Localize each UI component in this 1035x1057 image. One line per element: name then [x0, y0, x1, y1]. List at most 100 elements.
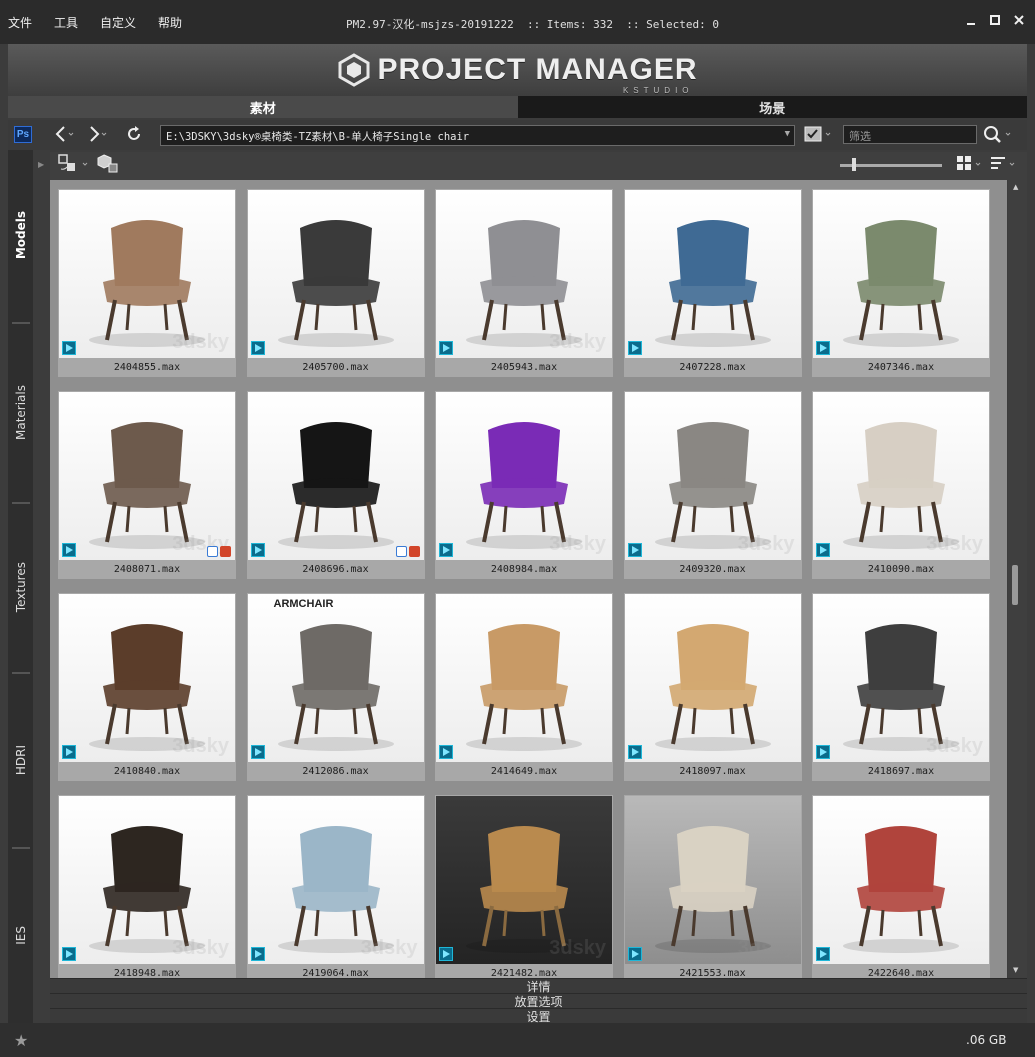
- sidebar-item-models[interactable]: Models: [8, 150, 33, 320]
- toolbar: Ps E:\3DSKY\3dsky®桌椅类-TZ素材\B-单人椅子Single …: [8, 120, 1027, 150]
- asset-thumbnail: 3dsky: [813, 594, 989, 762]
- filter-input[interactable]: 筛选: [843, 125, 977, 144]
- sync-button[interactable]: [56, 154, 90, 174]
- asset-filename: 2418097.max: [679, 765, 746, 777]
- asset-card[interactable]: 2408696.max: [246, 391, 425, 579]
- asset-filename: 2408984.max: [490, 563, 558, 575]
- vray-icon: [395, 546, 407, 557]
- sort-button[interactable]: [988, 154, 1018, 174]
- watermark-text: 3dsky: [926, 533, 983, 555]
- asset-card[interactable]: 3dsky 2418697.max: [812, 593, 990, 781]
- sidebar-item-materials[interactable]: Materials: [8, 325, 33, 500]
- sidebar-item-textures[interactable]: Textures: [8, 505, 33, 670]
- 3dsmax-file-icon: [62, 947, 76, 961]
- asset-filename: 2412086.max: [302, 765, 369, 777]
- asset-card[interactable]: 3dsky 2404855.max: [58, 189, 236, 377]
- asset-filename: 2404855.max: [113, 361, 181, 373]
- view-filter-button[interactable]: [802, 124, 836, 144]
- back-button[interactable]: [52, 124, 74, 144]
- thumbnail-grid-area: 3dsky 2404855.max 2405700.max 3dsky 2405943.…: [50, 180, 1007, 978]
- scroll-down-icon[interactable]: ▼: [1013, 966, 1018, 974]
- asset-card[interactable]: 3dsky 2421482.max: [435, 795, 613, 978]
- 3dsmax-file-icon: [627, 543, 642, 557]
- sidebar-divider: [12, 322, 30, 324]
- refresh-button[interactable]: [124, 124, 144, 144]
- asset-card[interactable]: 3dsky 2410090.max: [812, 391, 990, 579]
- watermark-text: 3dsky: [549, 937, 606, 959]
- 3dsmax-file-icon: [627, 341, 642, 355]
- forward-arrow-icon: [90, 126, 107, 142]
- path-field[interactable]: E:\3DSKY\3dsky®桌椅类-TZ素材\B-单人椅子Single cha…: [160, 125, 795, 146]
- star-icon[interactable]: ★: [14, 1031, 28, 1050]
- asset-thumbnail: 3dsky: [59, 796, 235, 964]
- asset-card[interactable]: 3dsky 2410840.max: [58, 593, 236, 781]
- 3dsmax-file-icon: [62, 745, 76, 759]
- asset-card[interactable]: 2414649.max: [435, 593, 613, 781]
- asset-card[interactable]: 3dsky 2408071.max: [58, 391, 236, 579]
- 3dsmax-file-icon: [250, 341, 265, 355]
- 3dsmax-file-icon: [250, 543, 265, 557]
- asset-filename: 2421482.max: [490, 967, 558, 979]
- asset-card[interactable]: 2422640.max: [812, 795, 990, 978]
- splitter-arrow-icon[interactable]: ▶: [38, 160, 44, 170]
- details-panel-header[interactable]: 详情: [50, 978, 1027, 994]
- sidebar-item-hdri[interactable]: HDRI: [8, 675, 33, 845]
- placement-options-panel-header[interactable]: 放置选项: [50, 993, 1027, 1009]
- asset-thumbnail: [247, 392, 424, 560]
- asset-filename: 2405943.max: [490, 361, 558, 373]
- photoshop-button[interactable]: Ps: [14, 126, 32, 143]
- asset-card[interactable]: 3dsky 2419064.max: [246, 795, 425, 978]
- 3dsmax-file-icon: [439, 745, 453, 759]
- slider-handle[interactable]: [852, 158, 856, 171]
- asset-thumbnail: 3dsky: [247, 796, 424, 964]
- maximize-button[interactable]: [987, 12, 1003, 28]
- logo-icon: [338, 53, 370, 87]
- settings-panel-header[interactable]: 设置: [50, 1008, 1027, 1024]
- tab-assets[interactable]: 素材: [8, 96, 518, 118]
- asset-filename: 2407346.max: [867, 361, 935, 373]
- menu-file[interactable]: 文件: [8, 14, 32, 31]
- sync-icon: [58, 154, 88, 171]
- asset-card[interactable]: 3dsky 2418948.max: [58, 795, 236, 978]
- 3dsmax-file-icon: [816, 341, 830, 355]
- asset-thumbnail: [624, 594, 801, 762]
- chair-preview-image: [654, 220, 771, 347]
- menu-tools[interactable]: 工具: [54, 14, 78, 31]
- asset-card[interactable]: 3dsky 2409320.max: [623, 391, 802, 579]
- bottom-panels: 详情 放置选项 设置: [50, 978, 1027, 1024]
- 3dsmax-file-icon: [439, 543, 453, 557]
- asset-card[interactable]: 3dsky 2408984.max: [435, 391, 613, 579]
- model-settings-button[interactable]: [96, 154, 120, 174]
- watermark-text: 3dsky: [172, 937, 229, 959]
- asset-card[interactable]: 2405700.max: [246, 189, 425, 377]
- 3dsmax-file-icon: [250, 745, 265, 759]
- sidebar-item-label: Textures: [13, 562, 28, 613]
- asset-card[interactable]: 2407346.max: [812, 189, 990, 377]
- watermark-text: 3dsky: [360, 937, 418, 959]
- forward-button[interactable]: [86, 124, 108, 144]
- vray-icon: [207, 546, 218, 557]
- scroll-up-icon[interactable]: ▲: [1013, 183, 1018, 191]
- menu-help[interactable]: 帮助: [158, 14, 182, 31]
- asset-card[interactable]: 3dsky 2405943.max: [435, 189, 613, 377]
- sidebar-divider: [12, 847, 30, 849]
- sidebar-item-ies[interactable]: IES: [8, 850, 33, 1020]
- tab-scenes[interactable]: 场景: [517, 96, 1027, 118]
- filter-placeholder: 筛选: [849, 130, 871, 143]
- asset-thumbnail: 3dsky: [59, 190, 235, 358]
- asset-card[interactable]: 3dsky 2421553.max: [623, 795, 802, 978]
- close-button[interactable]: [1011, 12, 1027, 28]
- logo-text: PROJECT MANAGER KSTUDIO: [377, 53, 697, 95]
- menu-customize[interactable]: 自定义: [100, 14, 136, 31]
- back-arrow-icon: [55, 126, 74, 142]
- grid-view-button[interactable]: [954, 154, 984, 174]
- asset-card[interactable]: ARMCHAIR 2412086.max: [246, 593, 425, 781]
- minimize-button[interactable]: [963, 12, 979, 28]
- asset-card[interactable]: 2418097.max: [623, 593, 802, 781]
- search-button[interactable]: [982, 124, 1016, 144]
- asset-card[interactable]: 2407228.max: [623, 189, 802, 377]
- renderer-badges: [207, 546, 231, 557]
- renderer-badges: [395, 546, 420, 557]
- chevron-down-icon[interactable]: ▼: [785, 129, 790, 139]
- scrollbar-thumb[interactable]: [1012, 565, 1018, 605]
